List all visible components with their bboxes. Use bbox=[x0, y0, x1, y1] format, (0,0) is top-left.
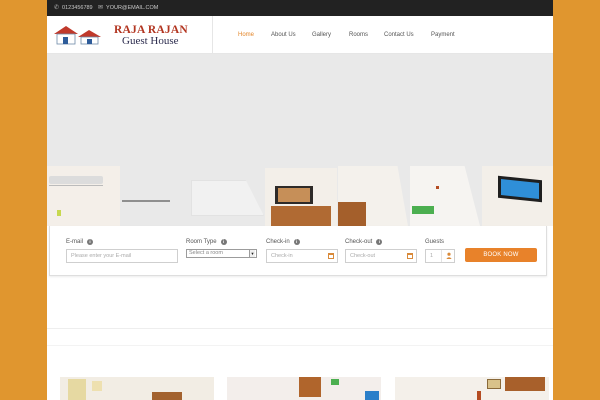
hero-slider[interactable] bbox=[47, 54, 553, 226]
calendar-icon[interactable] bbox=[328, 253, 334, 259]
checkout-placeholder: Check-out bbox=[350, 253, 376, 259]
slide-tile-ac bbox=[47, 166, 120, 226]
phone-icon: ✆ bbox=[54, 5, 60, 11]
main-nav: Home About Us Gallery Rooms Contact Us P… bbox=[47, 32, 553, 42]
info-icon[interactable]: i bbox=[376, 238, 383, 245]
topbar-phone[interactable]: ✆ 0123456789 bbox=[54, 4, 93, 12]
nav-home[interactable]: Home bbox=[238, 32, 254, 38]
top-bar: ✆ 0123456789 ✉ YOUR@EMAIL.COM bbox=[47, 0, 553, 16]
checkout-group: Check-out i Check-out bbox=[345, 237, 417, 263]
nav-rooms[interactable]: Rooms bbox=[349, 32, 368, 38]
slide-tile-plant bbox=[410, 166, 480, 226]
room-thumbnail[interactable] bbox=[227, 377, 381, 400]
nav-payment[interactable]: Payment bbox=[431, 32, 455, 38]
booking-form: E-mail i Please enter your E-mail Room T… bbox=[49, 226, 547, 276]
email-group: E-mail i Please enter your E-mail bbox=[66, 237, 178, 263]
checkin-group: Check-in i Check-in bbox=[266, 237, 338, 263]
room-type-value: Select a room bbox=[189, 250, 223, 256]
slide-tile-strip bbox=[122, 200, 170, 202]
book-now-button[interactable]: BOOK NOW bbox=[465, 248, 537, 262]
slide-tile-painting bbox=[265, 168, 337, 226]
checkout-label-text: Check-out bbox=[345, 238, 373, 245]
guests-group: Guests 1 bbox=[425, 237, 455, 263]
envelope-icon: ✉ bbox=[98, 5, 104, 11]
email-field[interactable]: Please enter your E-mail bbox=[66, 249, 178, 263]
checkin-placeholder: Check-in bbox=[271, 253, 293, 259]
room-thumbnail[interactable] bbox=[395, 377, 549, 400]
page-container: ✆ 0123456789 ✉ YOUR@EMAIL.COM RAJA RAJAN… bbox=[47, 0, 553, 400]
slide-tile-wall bbox=[191, 180, 264, 216]
email-address: YOUR@EMAIL.COM bbox=[106, 4, 159, 11]
slide-tile-tv bbox=[482, 166, 553, 226]
guests-field[interactable]: 1 bbox=[425, 249, 455, 263]
room-thumbnail[interactable] bbox=[60, 377, 214, 400]
phone-number: 0123456789 bbox=[62, 4, 93, 11]
email-label-text: E-mail bbox=[66, 238, 84, 245]
email-placeholder: Please enter your E-mail bbox=[71, 253, 132, 259]
section-divider bbox=[47, 328, 553, 329]
site-header: RAJA RAJAN Guest House Home About Us Gal… bbox=[47, 16, 553, 54]
nav-gallery[interactable]: Gallery bbox=[312, 32, 331, 38]
room-type-label-text: Room Type bbox=[186, 238, 217, 245]
guests-value: 1 bbox=[430, 253, 434, 259]
checkout-field[interactable]: Check-out bbox=[345, 249, 417, 263]
topbar-email[interactable]: ✉ YOUR@EMAIL.COM bbox=[98, 4, 159, 12]
info-icon[interactable]: i bbox=[87, 238, 94, 245]
info-icon[interactable]: i bbox=[220, 238, 227, 245]
room-type-label: Room Type i bbox=[186, 237, 257, 246]
person-icon bbox=[440, 250, 454, 262]
checkin-field[interactable]: Check-in bbox=[266, 249, 338, 263]
room-type-group: Room Type i Select a room ▼ bbox=[186, 237, 257, 258]
room-type-select[interactable]: Select a room ▼ bbox=[186, 249, 257, 258]
chevron-down-icon: ▼ bbox=[249, 250, 255, 257]
guests-label: Guests bbox=[425, 237, 455, 246]
checkout-label: Check-out i bbox=[345, 237, 417, 246]
checkin-label-text: Check-in bbox=[266, 238, 290, 245]
email-label: E-mail i bbox=[66, 237, 178, 246]
slide-tile-cabinet bbox=[338, 166, 408, 226]
section-divider bbox=[47, 345, 553, 346]
checkin-label: Check-in i bbox=[266, 237, 338, 246]
nav-contact-us[interactable]: Contact Us bbox=[384, 32, 414, 38]
calendar-icon[interactable] bbox=[407, 253, 413, 259]
nav-about-us[interactable]: About Us bbox=[271, 32, 296, 38]
info-icon[interactable]: i bbox=[293, 238, 300, 245]
guests-label-text: Guests bbox=[425, 238, 445, 245]
